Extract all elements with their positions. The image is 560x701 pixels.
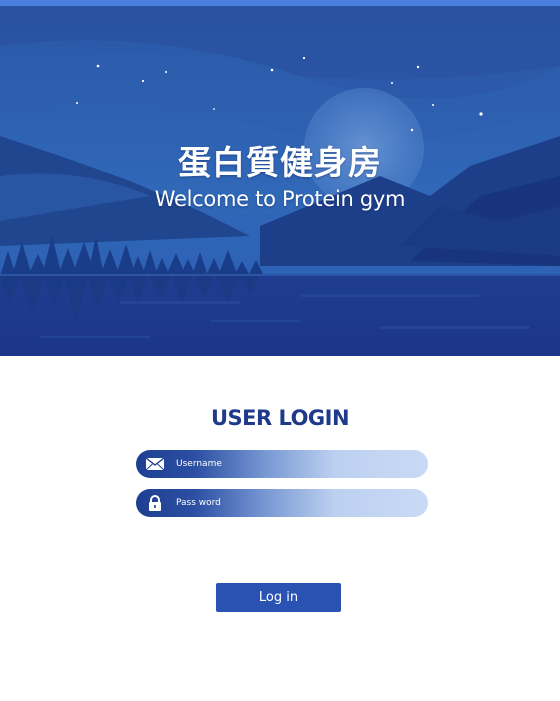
username-field[interactable] [136,450,428,478]
login-page: 蛋白質健身房 Welcome to Protein gym USER LOGIN… [0,0,560,701]
password-field[interactable] [136,489,428,517]
login-heading: USER LOGIN [210,406,350,430]
password-input[interactable] [176,489,416,517]
lock-icon [145,495,165,511]
hero-banner: 蛋白質健身房 Welcome to Protein gym [0,6,560,356]
hero-title: 蛋白質健身房 [178,143,382,182]
username-input[interactable] [176,450,416,478]
envelope-icon [145,456,165,472]
login-button[interactable]: Log in [216,583,341,612]
hero-subtitle: Welcome to Protein gym [154,187,406,211]
